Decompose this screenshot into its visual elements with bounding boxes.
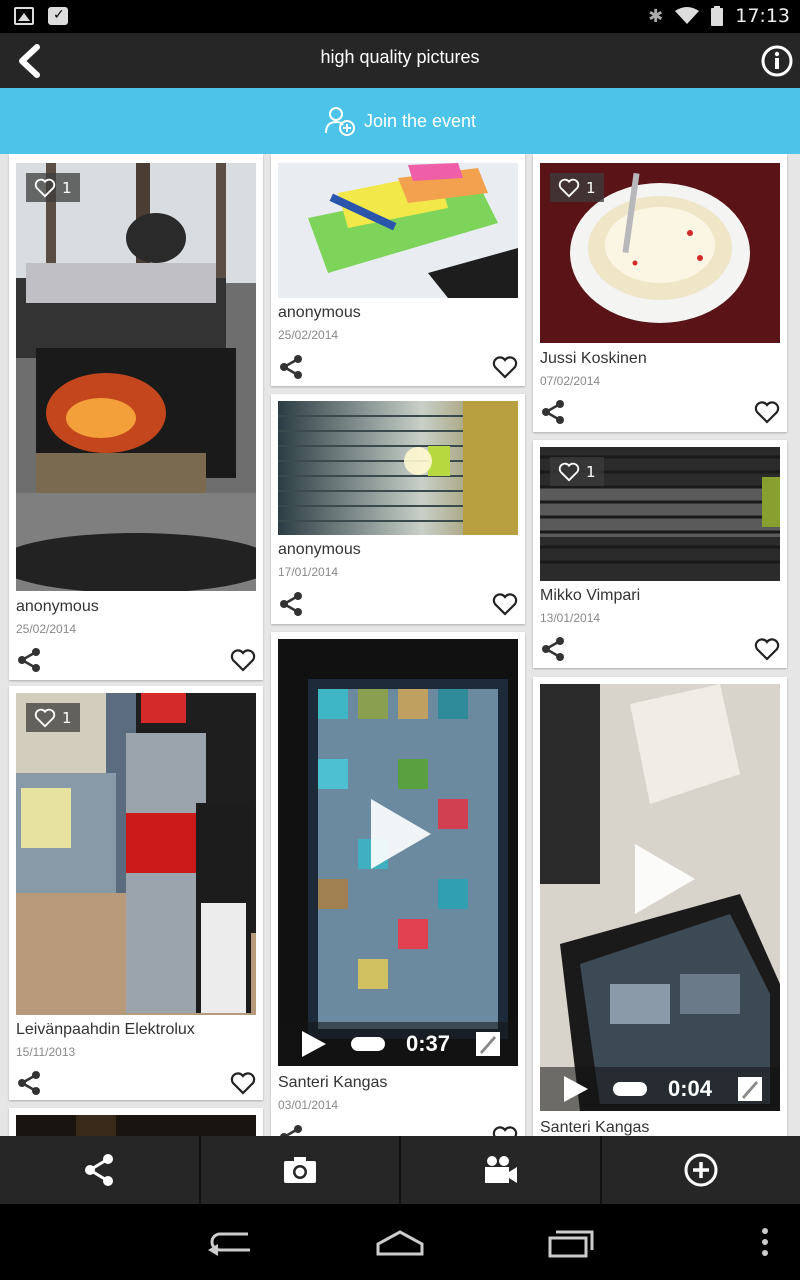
video-thumbnail[interactable] bbox=[540, 684, 780, 1111]
share-icon[interactable] bbox=[540, 636, 566, 662]
info-icon bbox=[761, 45, 793, 77]
media-card[interactable]: 1 Leivänpaahdin Elektrolux 15/11/2013 bbox=[9, 686, 263, 1100]
card-date: 07/02/2014 bbox=[540, 374, 601, 388]
user-add-icon bbox=[324, 107, 355, 136]
photo-thumbnail[interactable] bbox=[278, 401, 518, 535]
media-card[interactable]: 0:04 Santeri Kangas bbox=[533, 677, 787, 1136]
fullscreen-icon[interactable] bbox=[736, 1075, 764, 1103]
photo-thumbnail[interactable]: 1 bbox=[16, 163, 256, 591]
heart-icon[interactable] bbox=[754, 401, 780, 425]
volume-icon[interactable] bbox=[612, 1081, 648, 1097]
like-badge: 1 bbox=[550, 457, 604, 486]
photo-thumbnail[interactable]: 1 bbox=[16, 693, 256, 1015]
volume-icon[interactable] bbox=[350, 1036, 386, 1052]
photo-thumbnail[interactable]: 1 bbox=[540, 447, 780, 581]
action-bar bbox=[0, 1136, 800, 1204]
briefcase-check-icon bbox=[48, 7, 68, 25]
heart-icon bbox=[558, 462, 580, 481]
join-event-button[interactable]: Join the event bbox=[0, 88, 800, 154]
battery-icon bbox=[711, 6, 724, 26]
media-card[interactable]: 1 Mikko Vimpari 13/01/2014 bbox=[533, 440, 787, 668]
card-date: 03/01/2014 bbox=[278, 1098, 339, 1112]
share-icon[interactable] bbox=[540, 399, 566, 425]
like-badge: 1 bbox=[550, 173, 604, 202]
play-icon[interactable] bbox=[366, 794, 436, 874]
share-icon[interactable] bbox=[16, 647, 42, 673]
record-video-button[interactable] bbox=[401, 1136, 602, 1204]
system-nav-bar bbox=[0, 1204, 800, 1280]
video-controls: 0:04 bbox=[540, 1067, 780, 1111]
share-icon bbox=[85, 1154, 114, 1186]
heart-icon bbox=[34, 708, 56, 727]
card-author: Mikko Vimpari bbox=[540, 587, 641, 604]
share-icon[interactable] bbox=[16, 1070, 42, 1096]
card-date: 17/01/2014 bbox=[278, 565, 339, 579]
camera-icon bbox=[283, 1157, 316, 1183]
page-title: high quality pictures bbox=[320, 47, 480, 67]
heart-icon[interactable] bbox=[230, 649, 256, 673]
card-author: anonymous bbox=[278, 304, 361, 321]
photo-thumbnail[interactable] bbox=[278, 163, 518, 298]
home-icon[interactable] bbox=[370, 1224, 430, 1260]
like-badge: 1 bbox=[26, 173, 80, 202]
share-icon[interactable] bbox=[278, 591, 304, 617]
media-card[interactable]: anonymous 25/02/2014 bbox=[271, 154, 525, 386]
media-grid[interactable]: 1 anonymous 25/02/2014 1 Leivänpaahdin E… bbox=[0, 154, 800, 1136]
video-camera-icon bbox=[485, 1156, 518, 1183]
card-author: Santeri Kangas bbox=[540, 1119, 650, 1136]
heart-icon[interactable] bbox=[492, 1126, 518, 1136]
heart-icon[interactable] bbox=[492, 356, 518, 380]
clock: 17:13 bbox=[735, 5, 790, 27]
photo-thumbnail[interactable] bbox=[16, 1115, 256, 1136]
video-duration: 0:37 bbox=[406, 1031, 451, 1056]
share-icon[interactable] bbox=[278, 354, 304, 380]
play-icon[interactable] bbox=[298, 1029, 328, 1059]
like-badge: 1 bbox=[26, 703, 80, 732]
card-author: anonymous bbox=[278, 541, 361, 558]
media-card[interactable] bbox=[9, 1108, 263, 1136]
media-card[interactable]: 0:37 Santeri Kangas 03/01/2014 bbox=[271, 632, 525, 1136]
status-bar: ✱ 17:13 bbox=[0, 0, 800, 33]
share-icon[interactable] bbox=[278, 1124, 304, 1136]
heart-icon[interactable] bbox=[754, 638, 780, 662]
video-controls: 0:37 bbox=[278, 1022, 518, 1066]
media-card[interactable]: 1 anonymous 25/02/2014 bbox=[9, 154, 263, 680]
heart-icon bbox=[34, 178, 56, 197]
card-date: 25/02/2014 bbox=[278, 328, 339, 342]
card-author: anonymous bbox=[16, 598, 99, 615]
app-header: high quality pictures bbox=[0, 33, 800, 88]
card-date: 15/11/2013 bbox=[16, 1045, 76, 1059]
video-thumbnail[interactable] bbox=[278, 639, 518, 1066]
card-author: Santeri Kangas bbox=[278, 1074, 388, 1091]
bluetooth-icon: ✱ bbox=[648, 5, 664, 27]
card-date: 25/02/2014 bbox=[16, 622, 77, 636]
share-button[interactable] bbox=[0, 1136, 201, 1204]
heart-icon bbox=[558, 178, 580, 197]
play-icon[interactable] bbox=[630, 839, 700, 919]
back-icon[interactable] bbox=[200, 1224, 260, 1260]
overflow-menu-icon[interactable] bbox=[740, 1224, 790, 1260]
photo-thumbnail[interactable]: 1 bbox=[540, 163, 780, 343]
fullscreen-icon[interactable] bbox=[474, 1030, 502, 1058]
add-circle-icon bbox=[684, 1153, 718, 1187]
info-button[interactable] bbox=[760, 44, 794, 78]
wifi-icon bbox=[675, 7, 700, 25]
card-author: Jussi Koskinen bbox=[540, 350, 647, 367]
media-card[interactable]: anonymous 17/01/2014 bbox=[271, 394, 525, 624]
heart-icon[interactable] bbox=[492, 593, 518, 617]
card-author: Leivänpaahdin Elektrolux bbox=[16, 1021, 195, 1038]
take-photo-button[interactable] bbox=[201, 1136, 401, 1204]
card-date: 13/01/2014 bbox=[540, 611, 601, 625]
video-duration: 0:04 bbox=[668, 1076, 713, 1101]
play-icon[interactable] bbox=[560, 1074, 590, 1104]
image-icon bbox=[14, 7, 34, 25]
heart-icon[interactable] bbox=[230, 1072, 256, 1096]
recent-apps-icon[interactable] bbox=[540, 1224, 600, 1260]
join-event-label: Join the event bbox=[363, 110, 477, 131]
add-media-button[interactable] bbox=[602, 1136, 800, 1204]
media-card[interactable]: 1 Jussi Koskinen 07/02/2014 bbox=[533, 154, 787, 432]
